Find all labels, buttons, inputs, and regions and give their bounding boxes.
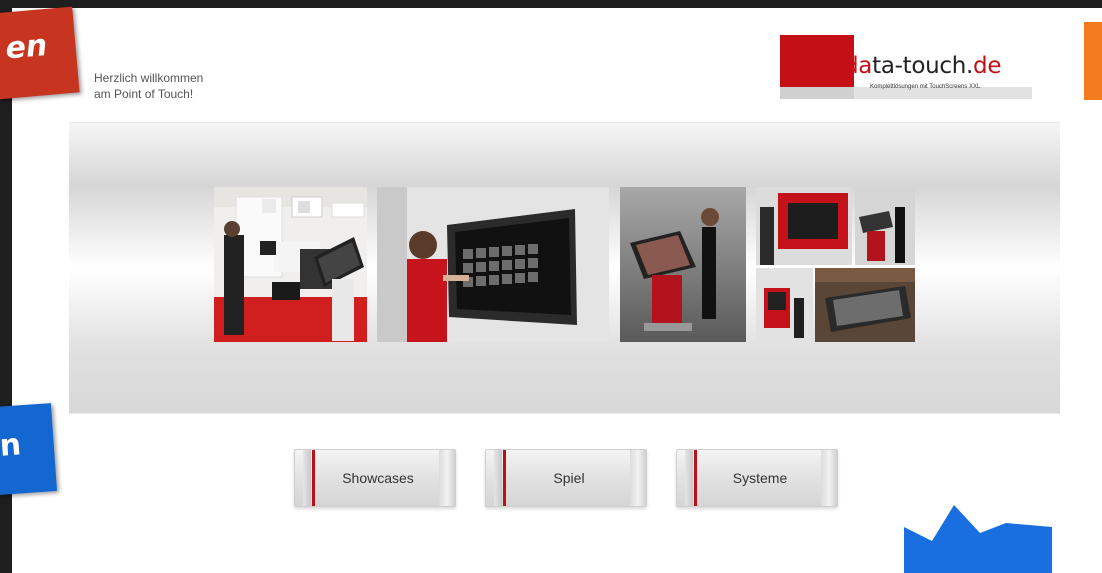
welcome-line-2: am Point of Touch! bbox=[94, 87, 194, 101]
logo-tagline: Komplettlösungen mit TouchScreens XXL bbox=[870, 84, 981, 90]
logo-wordmark-tld: de bbox=[973, 53, 1002, 79]
data-touch-logo[interactable]: data-touch.de Komplettlösungen mit Touch… bbox=[780, 35, 1032, 99]
button-end-cap bbox=[439, 450, 455, 506]
button-end-cap bbox=[821, 450, 837, 506]
orange-sticker bbox=[1084, 22, 1102, 100]
logo-gray-bar-left bbox=[780, 87, 854, 99]
trade-fair-booth-photo[interactable] bbox=[214, 187, 367, 342]
logo-wordmark-main: ta-touch. bbox=[872, 53, 974, 79]
wall-touchscreen-photo[interactable] bbox=[377, 187, 609, 342]
button-stripe bbox=[494, 450, 502, 506]
welcome-text: Herzlich willkommen am Point of Touch! bbox=[94, 70, 203, 102]
button-red-stripe bbox=[312, 450, 315, 506]
button-red-stripe bbox=[503, 450, 506, 506]
red-touch-display-photo[interactable] bbox=[756, 187, 852, 265]
frame-top bbox=[0, 0, 1102, 8]
welcome-line-1: Herzlich willkommen bbox=[94, 71, 204, 85]
crown-icon bbox=[904, 505, 1052, 573]
blue-sticker-text: n bbox=[0, 427, 23, 464]
button-end-cap bbox=[630, 450, 646, 506]
logo-wordmark: data-touch.de bbox=[844, 53, 1001, 79]
systeme-button[interactable]: Systeme bbox=[676, 449, 838, 507]
showcases-button-label: Showcases bbox=[342, 470, 414, 486]
kiosk-user-photo[interactable] bbox=[855, 187, 915, 265]
spiel-button-label: Spiel bbox=[553, 470, 585, 486]
button-stripe bbox=[685, 450, 693, 506]
logo-wordmark-red: da bbox=[844, 53, 873, 79]
blue-sticker: n bbox=[0, 403, 57, 495]
red-sticker: en bbox=[0, 6, 80, 100]
touch-screen: Herzlich willkommen am Point of Touch! d… bbox=[12, 8, 1102, 573]
button-red-stripe bbox=[694, 450, 697, 506]
spiel-button[interactable]: Spiel bbox=[485, 449, 647, 507]
red-sticker-text: en bbox=[4, 27, 49, 67]
systeme-button-label: Systeme bbox=[732, 470, 788, 486]
button-stripe bbox=[303, 450, 311, 506]
showcases-button[interactable]: Showcases bbox=[294, 449, 456, 507]
touch-kiosk-photo[interactable] bbox=[620, 187, 746, 342]
touch-table-photo[interactable] bbox=[815, 268, 915, 342]
red-kiosk-photo[interactable] bbox=[756, 268, 813, 342]
